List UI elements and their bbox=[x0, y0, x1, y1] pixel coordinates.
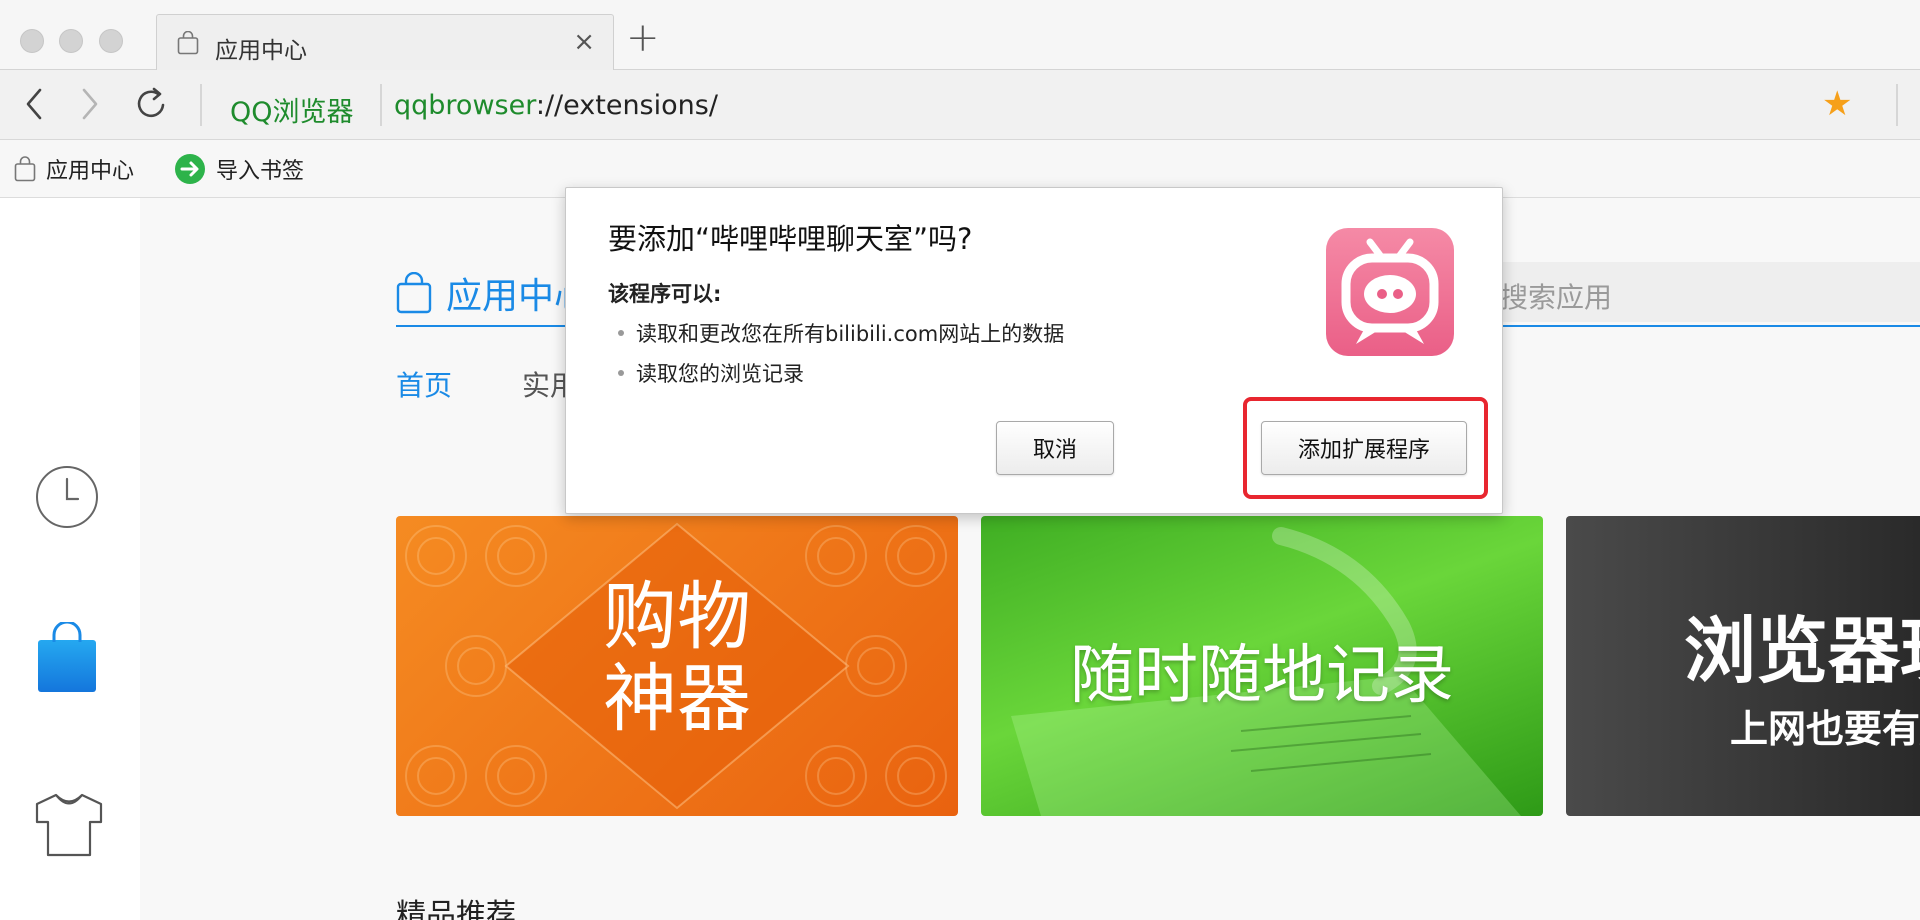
bag-icon bbox=[396, 272, 432, 314]
url-path: ://extensions/ bbox=[535, 90, 718, 121]
cancel-button[interactable]: 取消 bbox=[996, 421, 1114, 475]
banner-line: 购物 bbox=[603, 574, 751, 660]
bullet bbox=[618, 370, 624, 376]
banner-shopping[interactable]: 购物 神器 bbox=[396, 516, 958, 816]
tshirt-icon[interactable] bbox=[34, 792, 104, 858]
tab-close-button[interactable]: × bbox=[573, 27, 595, 57]
shopping-bag-icon[interactable] bbox=[36, 622, 98, 694]
clock-icon[interactable] bbox=[34, 464, 100, 530]
add-extension-dialog: 要添加“哔哩哔哩聊天室”吗? 该程序可以: 读取和更改您在所有bilibili.… bbox=[565, 187, 1503, 514]
permission-item: 读取您的浏览记录 bbox=[618, 358, 804, 388]
url-field[interactable]: qqbrowser://extensions/ bbox=[394, 90, 718, 121]
separator bbox=[200, 84, 202, 126]
banner-line: 上网也要有腔 bbox=[1730, 706, 1920, 751]
search-placeholder: 搜索应用 bbox=[1500, 281, 1613, 314]
tab-app-center[interactable]: 应用中心 × bbox=[156, 14, 614, 70]
tab-home[interactable]: 首页 bbox=[396, 364, 452, 404]
bullet bbox=[618, 330, 624, 336]
bag-icon bbox=[177, 31, 199, 55]
dialog-title: 要添加“哔哩哔哩聊天室”吗? bbox=[608, 222, 973, 256]
bookmark-app-center[interactable]: 应用中心 bbox=[14, 150, 134, 188]
banner-text: 随时随地记录 bbox=[1070, 639, 1454, 713]
separator bbox=[380, 84, 382, 126]
reload-icon[interactable] bbox=[132, 84, 172, 124]
new-tab-button[interactable]: + bbox=[626, 18, 660, 58]
star-icon[interactable]: ★ bbox=[1822, 84, 1852, 124]
back-icon[interactable] bbox=[14, 84, 54, 124]
address-bar: QQ浏览器 qqbrowser://extensions/ ★ bbox=[0, 70, 1920, 140]
browser-brand: QQ浏览器 bbox=[230, 97, 354, 128]
bilibili-tv-icon bbox=[1326, 228, 1454, 356]
bookmark-label: 应用中心 bbox=[46, 159, 135, 184]
dialog-subtitle: 该程序可以: bbox=[608, 282, 722, 306]
close-window-button[interactable] bbox=[20, 29, 44, 53]
url-scheme: qqbrowser bbox=[394, 90, 536, 121]
banner-notes[interactable]: 随时随地记录 bbox=[981, 516, 1543, 816]
permission-text: 读取和更改您在所有bilibili.com网站上的数据 bbox=[636, 322, 1065, 346]
banner-line: 浏览器玩 bbox=[1684, 608, 1920, 693]
import-arrow-icon bbox=[175, 154, 205, 184]
sidebar bbox=[0, 198, 140, 920]
banner-browser-fun[interactable]: 浏览器玩 上网也要有腔 bbox=[1566, 516, 1920, 816]
forward-icon[interactable] bbox=[70, 84, 110, 124]
title-bar: 应用中心 × + bbox=[0, 0, 1920, 70]
bookmark-label: 导入书签 bbox=[216, 159, 305, 184]
banner-text: 购物 神器 bbox=[396, 576, 958, 740]
separator bbox=[1896, 84, 1898, 126]
permission-item: 读取和更改您在所有bilibili.com网站上的数据 bbox=[618, 318, 1064, 348]
minimize-window-button[interactable] bbox=[59, 29, 83, 53]
bookmark-import[interactable]: 导入书签 bbox=[174, 150, 304, 188]
zoom-window-button[interactable] bbox=[99, 29, 123, 53]
highlight-annotation bbox=[1243, 397, 1488, 499]
tab-title: 应用中心 bbox=[215, 38, 307, 64]
permission-text: 读取您的浏览记录 bbox=[636, 362, 804, 386]
store-header: 应用中心 bbox=[396, 258, 590, 328]
banner-line: 神器 bbox=[603, 656, 751, 742]
bag-icon bbox=[14, 156, 36, 182]
section-title: 精品推荐 bbox=[396, 898, 516, 920]
